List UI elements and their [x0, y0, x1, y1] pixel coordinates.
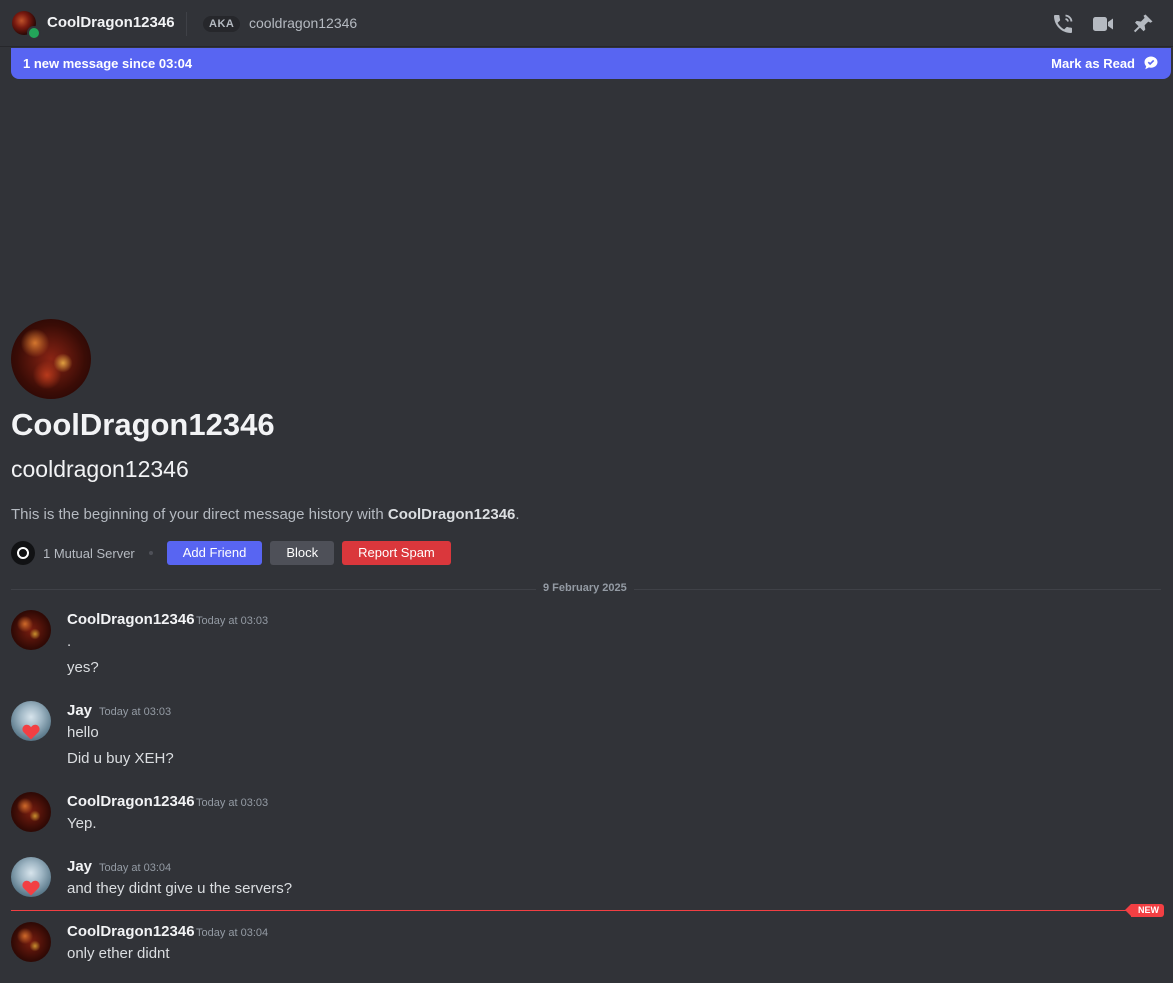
message-timestamp: Today at 03:04	[196, 927, 269, 939]
intro-prefix: This is the beginning of your direct mes…	[11, 506, 388, 523]
date-divider-label: 9 February 2025	[536, 582, 634, 594]
header-divider	[186, 12, 187, 36]
add-friend-button[interactable]: Add Friend	[166, 541, 263, 565]
message-author[interactable]: Jay	[67, 702, 92, 719]
block-button[interactable]: Block	[270, 541, 335, 565]
message-author[interactable]: CoolDragon12346	[67, 611, 195, 628]
intro-name: CoolDragon12346	[387, 506, 516, 523]
message-timestamp: Today at 03:03	[99, 706, 172, 718]
message-text: Did u buy XEH?	[67, 750, 174, 767]
new-message-banner[interactable]: 1 new message since 03:04 Mark as Read	[11, 48, 1171, 79]
message-text: Yep.	[67, 815, 97, 832]
report-spam-button[interactable]: Report Spam	[342, 541, 451, 565]
heart-icon	[21, 722, 41, 742]
new-messages-badge: NEW	[1125, 904, 1164, 917]
mark-read-icon	[1143, 55, 1159, 71]
profile-username: cooldragon12346	[11, 456, 189, 482]
heart-icon	[21, 878, 41, 898]
message-avatar[interactable]	[11, 701, 51, 741]
phone-call-icon[interactable]	[1051, 12, 1075, 36]
aka-username: cooldragon12346	[249, 15, 358, 31]
profile-avatar[interactable]	[11, 319, 91, 399]
header-toolbar	[1051, 12, 1155, 36]
message-avatar[interactable]	[11, 610, 51, 650]
aka-badge: AKA	[203, 16, 241, 32]
new-messages-divider	[11, 910, 1131, 911]
intro-suffix: .	[515, 506, 520, 523]
mark-as-read-button[interactable]: Mark as Read	[1051, 55, 1159, 71]
message-timestamp: Today at 03:03	[196, 797, 269, 809]
message-avatar[interactable]	[11, 792, 51, 832]
message-text: yes?	[67, 659, 99, 676]
message-text: .	[67, 633, 72, 650]
mark-as-read-label: Mark as Read	[1051, 55, 1135, 71]
online-status-indicator	[27, 26, 41, 40]
message-avatar[interactable]	[11, 857, 51, 897]
profile-actions-row: 1 Mutual Server Add Friend Block Report …	[11, 541, 459, 565]
message-author[interactable]: CoolDragon12346	[67, 793, 195, 810]
message-author[interactable]: CoolDragon12346	[67, 923, 195, 940]
separator-dot	[148, 551, 153, 555]
message-text: only ether didnt	[67, 945, 170, 962]
dm-header: CoolDragon12346 AKA cooldragon12346	[0, 0, 1173, 47]
mutual-servers-link[interactable]: 1 Mutual Server	[43, 546, 135, 561]
video-call-icon[interactable]	[1091, 12, 1115, 36]
message-author[interactable]: Jay	[67, 858, 92, 875]
pin-icon[interactable]	[1131, 12, 1155, 36]
dm-history-intro: This is the beginning of your direct mes…	[11, 506, 520, 523]
message-text: hello	[67, 724, 99, 741]
mutual-server-icon[interactable]	[11, 541, 35, 565]
message-timestamp: Today at 03:03	[196, 615, 269, 627]
message-text: and they didnt give u the servers?	[67, 880, 293, 897]
new-message-banner-text: 1 new message since 03:04	[23, 56, 193, 71]
header-display-name[interactable]: CoolDragon12346	[47, 14, 175, 31]
message-timestamp: Today at 03:04	[99, 862, 172, 874]
message-avatar[interactable]	[11, 922, 51, 962]
profile-display-name: CoolDragon12346	[11, 407, 275, 442]
